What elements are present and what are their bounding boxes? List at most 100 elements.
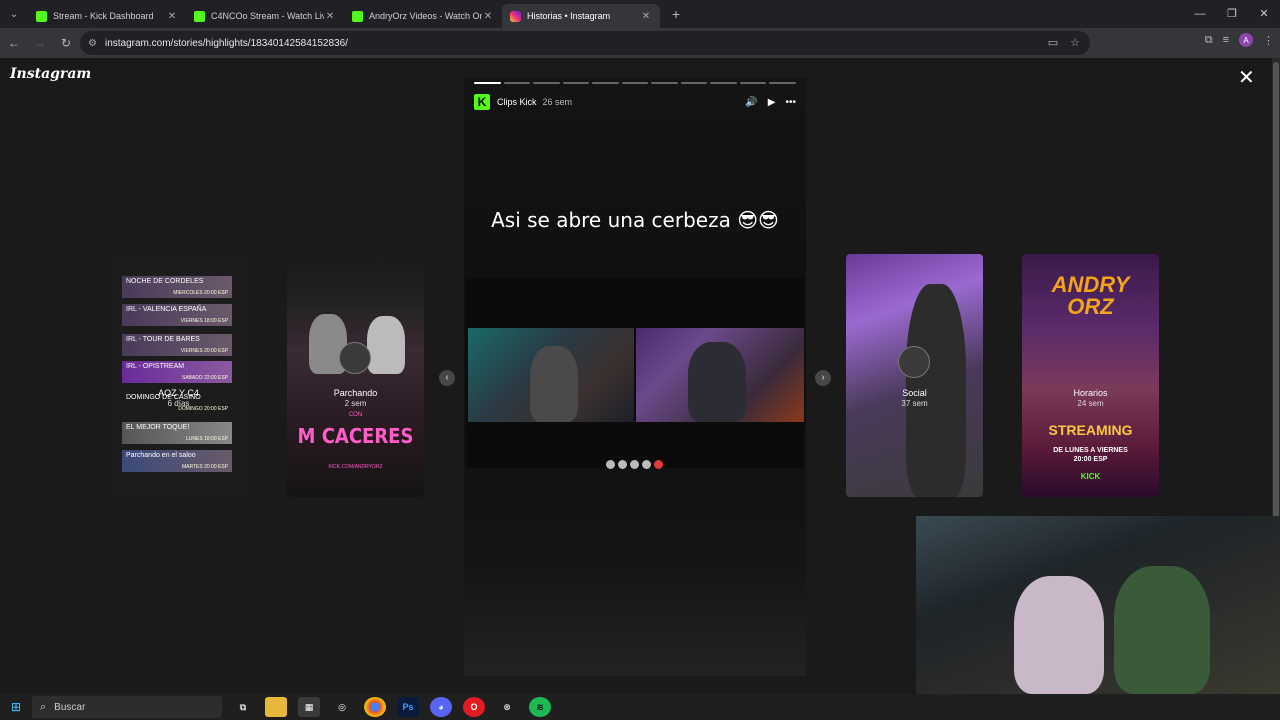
close-icon[interactable]: ✕ [324,11,336,22]
site-info-icon[interactable]: ⚙ [88,38,97,49]
stream-camera-right [636,328,804,422]
camera-icon [618,460,627,469]
instagram-logo[interactable]: Instagram [10,66,91,82]
kick-brand: KICK [1080,472,1101,481]
close-window-icon[interactable]: ✕ [1248,0,1280,28]
window-controls: — ❐ ✕ [1184,0,1280,28]
story-viewer[interactable]: K Clips Kick 26 sem 🔊 ▶ ••• Asi se abre … [464,78,806,676]
progress-segment [562,82,590,84]
browser-toolbar: ← → ↻ ⚙ instagram.com/stories/highlights… [0,28,1280,58]
forward-button[interactable]: → [28,36,52,50]
taskbar-search[interactable]: ⌕ Buscar [32,696,222,718]
windows-taskbar: ⊞ ⌕ Buscar ⧉ ▦ ◎ Ps ◕ O ⊗ ≋ [0,694,1280,720]
extensions-icon[interactable]: ⧉ [1205,34,1213,47]
close-icon[interactable]: ✕ [166,11,178,22]
next-story-button[interactable]: › [815,370,831,386]
tab-kick-dashboard[interactable]: Stream - Kick Dashboard ✕ [28,4,186,28]
settings-icon [642,460,651,469]
obs-icon[interactable]: ◎ [331,697,353,717]
highlight-horarios[interactable]: ANDRY ORZ Horarios 24 sem STREAMING DE LU… [1022,254,1159,497]
highlight-cover-ring [339,342,371,374]
schedule-row: IRL - TOUR DE BARES VIERNES 20:00 ESP [122,334,232,356]
tab-title: Stream - Kick Dashboard [53,11,154,21]
schedule-row: DOMINGO DE CASINO DOMINGO 20:00 ESP [126,394,228,412]
reload-button[interactable]: ↻ [54,36,78,50]
new-tab-button[interactable]: + [664,2,688,26]
schedule-row: Parchando en el saloo MARTES 20:00 ESP [122,450,232,472]
progress-segment [680,82,708,84]
tab-andryorz-videos[interactable]: AndryOrz Videos - Watch On-D ✕ [344,4,502,28]
progress-segment [651,82,678,84]
bookmark-star-icon[interactable]: ☆ [1070,31,1080,55]
tab-search-icon[interactable]: ⌄ [0,0,28,28]
volume-icon[interactable]: 🔊 [745,97,757,108]
progress-segment [503,82,531,84]
kick-icon [352,10,363,22]
streaming-days: DE LUNES A VIERNES 20:00 ESP [1053,447,1128,463]
person-image [367,316,405,374]
restore-icon[interactable]: ❐ [1216,0,1248,28]
more-options-icon[interactable]: ••• [785,97,796,108]
highlight-parchando[interactable]: Parchando 2 sem CON M CACERES KICK.COM/A… [287,254,424,497]
minimize-icon[interactable]: — [1184,0,1216,28]
windows-start-icon[interactable]: ⊞ [0,700,32,714]
story-caption: Asi se abre una cerbeza 😎😎 [491,208,779,232]
task-view-icon[interactable]: ⧉ [232,697,254,717]
mic-icon [606,460,615,469]
file-explorer-icon[interactable] [265,697,287,717]
person-image [1014,576,1104,694]
reading-list-icon[interactable]: ≡ [1223,34,1229,46]
progress-segment [533,82,560,84]
story-age: 26 sem [542,97,573,107]
highlight-name: Parchando [333,388,378,398]
progress-segment [474,82,501,84]
highlight-name: Horarios [1073,388,1108,398]
progress-segment [621,82,649,84]
kick-icon [36,10,47,22]
streaming-headline: STREAMING [1048,422,1133,438]
call-controls [606,460,663,469]
previous-story-button[interactable]: ‹ [439,370,455,386]
xbox-icon[interactable]: ⊗ [496,697,518,717]
menu-icon[interactable]: ⋮ [1263,34,1274,47]
tab-title: C4NCOo Stream - Watch Live o [211,11,324,21]
story-header: K Clips Kick 26 sem 🔊 ▶ ••• [474,92,796,112]
close-icon[interactable]: ✕ [640,11,652,22]
banner-footer: KICK.COM/ANDRYORZ [328,464,383,470]
profile-avatar[interactable]: A [1239,33,1253,47]
tab-title: Historias • Instagram [527,11,611,21]
opera-icon[interactable]: O [463,697,485,717]
close-icon[interactable]: ✕ [482,11,494,22]
chrome-icon[interactable] [364,697,386,717]
discord-icon[interactable]: ◕ [430,697,452,717]
highlight-name: Social [902,388,927,398]
tab-c4ncoo-stream[interactable]: C4NCOo Stream - Watch Live o ✕ [186,4,344,28]
highlight-aoz-y-c4[interactable]: NOCHE DE CORDELES MIERCOLES 20:00 ESP IRL… [110,254,247,497]
photoshop-icon[interactable]: Ps [397,697,419,717]
schedule-row: EL MEJOR TOQUE! LUNES 18:00 ESP [122,422,232,444]
stream-camera-left [468,328,634,422]
search-placeholder: Buscar [54,701,86,713]
highlight-social[interactable]: Social 37 sem [846,254,983,497]
cast-icon[interactable]: ▭ [1048,31,1058,55]
highlight-cover-ring [898,346,930,378]
progress-segment [739,82,767,84]
person-image [530,346,578,422]
parchando-banner: M CACERES [297,424,414,448]
andry-orz-logo: ANDRY ORZ [1051,272,1130,319]
progress-segment [769,82,797,84]
person-image [1114,566,1210,694]
story-username[interactable]: Clips Kick [497,97,537,107]
schedule-row: NOCHE DE CORDELES MIERCOLES 20:00 ESP [122,276,232,298]
back-button[interactable]: ← [2,36,26,50]
progress-segment [592,82,619,84]
spotify-icon[interactable]: ≋ [529,697,551,717]
address-bar[interactable]: ⚙ instagram.com/stories/highlights/18340… [80,31,1090,55]
play-icon[interactable]: ▶ [768,97,776,108]
kick-icon[interactable]: K [474,94,490,110]
close-stories-icon[interactable]: ✕ [1238,68,1255,88]
highlight-age: 24 sem [1077,399,1104,408]
tab-instagram-historias[interactable]: Historias • Instagram ✕ [502,4,660,28]
story-video-frame [466,278,804,469]
store-icon[interactable]: ▦ [298,697,320,717]
